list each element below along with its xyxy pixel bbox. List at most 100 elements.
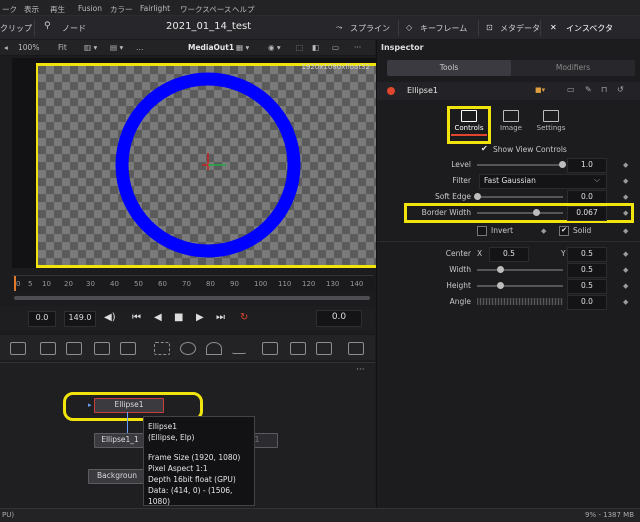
node-enable-toggle[interactable]	[387, 87, 395, 95]
border-width-field[interactable]: 0.067	[567, 206, 607, 221]
node-background[interactable]: Backgroun	[88, 469, 146, 484]
invert-checkbox[interactable]	[477, 226, 487, 236]
render-end-field[interactable]: 149.0	[64, 311, 96, 327]
keyframe-diamond-icon[interactable]: ◆	[623, 209, 628, 217]
play-reverse-icon[interactable]: ◀	[154, 312, 162, 323]
paint-tool-icon[interactable]	[66, 342, 82, 355]
viewer-image[interactable]: 1920x1080xfloat32	[38, 63, 376, 265]
soft-edge-slider[interactable]	[474, 193, 563, 200]
solid-checkbox[interactable]: ✔	[559, 226, 569, 236]
background-tool-icon[interactable]	[40, 342, 56, 355]
lut-icon[interactable]: ▦ ▾	[236, 43, 249, 52]
more-icon[interactable]: …	[136, 43, 144, 52]
level-field[interactable]: 1.0	[567, 158, 607, 173]
menu-fusion[interactable]: Fusion	[78, 4, 102, 13]
level-slider[interactable]	[477, 161, 566, 168]
lock-icon[interactable]: ⊓	[601, 85, 607, 94]
keyframe-diamond-icon[interactable]: ◆	[541, 227, 546, 235]
tooltip-depth: Depth 16bit float (GPU)	[148, 475, 236, 484]
level-knob[interactable]	[559, 161, 566, 168]
node-ellipse1[interactable]: Ellipse1	[94, 398, 164, 413]
metadata-button[interactable]: メタデータ	[500, 23, 540, 34]
guides-icon[interactable]: ▭	[332, 43, 339, 52]
color-channel-icon[interactable]: ◉ ▾	[268, 43, 281, 52]
tool-icon[interactable]	[10, 342, 26, 355]
node-ellipse1-1[interactable]: Ellipse1_1	[94, 433, 146, 448]
keyframe-button[interactable]: キーフレーム	[420, 23, 467, 34]
range-scrollbar[interactable]	[14, 296, 370, 300]
height-field[interactable]: 0.5	[567, 279, 607, 294]
keyframe-diamond-icon[interactable]: ◆	[623, 227, 628, 235]
subtab-controls[interactable]: Controls	[449, 110, 489, 136]
menu-workspace-cut[interactable]: ーク	[2, 4, 17, 15]
audio-icon[interactable]: ◀)	[104, 312, 116, 323]
view-layout-icon[interactable]: ▥ ▾	[84, 43, 97, 52]
menu-playback[interactable]: 再生	[50, 4, 65, 15]
subtab-image[interactable]: Image	[491, 110, 531, 132]
text-tool-icon[interactable]	[94, 342, 110, 355]
dod-icon[interactable]: ◧	[312, 43, 319, 52]
tab-tools[interactable]: Tools	[387, 60, 511, 76]
angle-field[interactable]: 0.0	[567, 295, 607, 310]
stop-icon[interactable]: ■	[174, 312, 183, 323]
zoom-dropdown[interactable]: 100%	[18, 43, 39, 52]
width-knob[interactable]	[497, 266, 504, 273]
angle-thumbwheel[interactable]	[477, 298, 563, 305]
filter-dropdown[interactable]: Fast Gaussian ⌵	[479, 174, 607, 189]
border-width-slider[interactable]	[477, 209, 563, 216]
menu-help[interactable]: ヘルプ	[232, 4, 255, 15]
height-slider[interactable]	[477, 282, 563, 289]
options-icon[interactable]: ▤ ▾	[110, 43, 123, 52]
keyframe-diamond-icon[interactable]: ◆	[623, 266, 628, 274]
keyframe-diamond-icon[interactable]: ◆	[623, 250, 628, 258]
roi-icon[interactable]: ⬚	[296, 43, 303, 52]
menu-workspace[interactable]: ワークスペース	[180, 4, 231, 15]
keyframe-diamond-icon[interactable]: ◆	[623, 177, 628, 185]
versions-icon[interactable]: ▭	[567, 85, 575, 94]
keyframe-diamond-icon[interactable]: ◆	[623, 282, 628, 290]
spline-button[interactable]: スプライン	[350, 23, 390, 34]
height-knob[interactable]	[497, 282, 504, 289]
menu-view[interactable]: 表示	[24, 4, 39, 15]
first-frame-icon[interactable]: ⏮	[132, 312, 141, 323]
loop-icon[interactable]: ↻	[240, 312, 248, 323]
tab-modifiers[interactable]: Modifiers	[511, 60, 635, 76]
last-frame-icon[interactable]: ⏭	[216, 312, 225, 323]
bspline-tool-icon[interactable]	[232, 342, 246, 354]
particle-tool-icon[interactable]	[262, 342, 278, 355]
soft-edge-knob[interactable]	[474, 193, 481, 200]
keyframe-diamond-icon[interactable]: ◆	[623, 161, 628, 169]
polygon-tool-icon[interactable]	[206, 342, 222, 355]
node-color-icon[interactable]: ■▾	[535, 86, 545, 94]
center-x-field[interactable]: 0.5	[489, 247, 529, 262]
node-button[interactable]: ノード	[62, 23, 86, 34]
collapse-icon[interactable]: ◂	[4, 43, 8, 52]
3d-tool-icon[interactable]	[348, 342, 364, 355]
reset-icon[interactable]: ↺	[617, 85, 624, 94]
viewer-more-icon[interactable]: ···	[354, 43, 361, 52]
show-view-controls-check-icon[interactable]: ✔	[481, 144, 488, 153]
time-ruler[interactable]: 0 5 10 20 30 40 50 60 70 80 90 100 110 1…	[12, 275, 374, 291]
center-y-field[interactable]: 0.5	[567, 247, 607, 262]
node-editor-more-icon[interactable]: ···	[356, 365, 365, 375]
width-slider[interactable]	[477, 266, 563, 273]
width-field[interactable]: 0.5	[567, 263, 607, 278]
fit-dropdown[interactable]: Fit	[58, 43, 67, 52]
inspector-button[interactable]: インスペクタ	[566, 23, 613, 34]
current-time-field[interactable]: 0.0	[316, 310, 362, 327]
rectangle-tool-icon[interactable]	[154, 342, 170, 355]
menu-fairlight[interactable]: Fairlight	[140, 4, 170, 13]
keyframe-diamond-icon[interactable]: ◆	[623, 298, 628, 306]
particle-render-icon[interactable]	[316, 342, 332, 355]
keyframe-diamond-icon[interactable]: ◆	[623, 193, 628, 201]
render-start-field[interactable]: 0.0	[28, 311, 56, 327]
play-icon[interactable]: ▶	[196, 312, 204, 323]
border-width-knob[interactable]	[533, 209, 540, 216]
clip-button[interactable]: クリップ	[0, 23, 32, 34]
merge-tool-icon[interactable]	[120, 342, 136, 355]
subtab-settings[interactable]: Settings	[531, 110, 571, 132]
pin-icon[interactable]: ✎	[585, 85, 592, 94]
menu-color[interactable]: カラー	[110, 4, 133, 15]
particle-emitter-icon[interactable]	[290, 342, 306, 355]
ellipse-tool-icon[interactable]	[180, 342, 196, 355]
